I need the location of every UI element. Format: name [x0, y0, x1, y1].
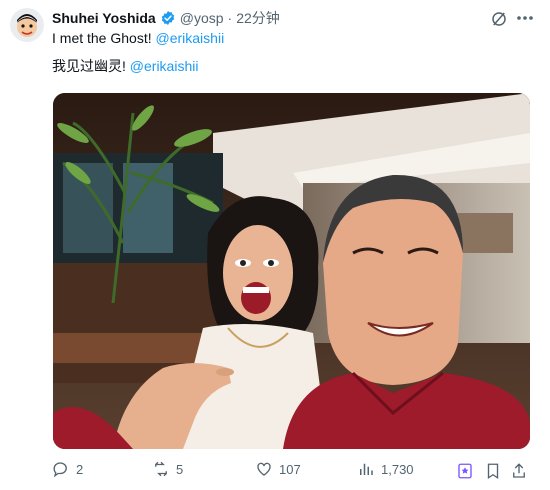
views-chart-icon: [360, 463, 373, 475]
tweet-text-chinese: 我见过幽灵!: [52, 58, 130, 74]
mention-link[interactable]: @erikaishii: [156, 30, 225, 46]
reply-icon: [53, 462, 67, 478]
grok-icon[interactable]: [490, 10, 508, 28]
boost-icon[interactable]: [456, 462, 474, 480]
retweet-icon: [155, 461, 167, 477]
verified-badge-icon: [161, 11, 174, 25]
mention-link[interactable]: @erikaishii: [130, 58, 199, 74]
retweet-button[interactable]: 5: [152, 460, 183, 478]
separator-dot: ·: [227, 10, 233, 26]
avatar[interactable]: [10, 8, 44, 42]
tweet-text: I met the Ghost!: [52, 30, 156, 46]
like-button[interactable]: 107: [255, 460, 301, 478]
bookmark-icon[interactable]: [484, 462, 502, 480]
reply-count: 2: [76, 461, 84, 477]
views-count: 1,730: [381, 461, 414, 477]
share-icon[interactable]: [510, 462, 528, 480]
tweet-photo[interactable]: [53, 93, 530, 449]
more-dots-icon[interactable]: [514, 8, 536, 28]
tweet-actions: 2 5 107 1,730: [52, 460, 525, 482]
selfie-photo-illustration: [53, 93, 530, 449]
tweet-text-line-2: 我见过幽灵! @erikaishii: [52, 56, 198, 76]
author-handle[interactable]: @yosp: [180, 10, 224, 26]
timestamp[interactable]: 22分钟: [236, 8, 280, 28]
tweet-header: Shuhei Yoshida @yosp · 22分钟: [52, 8, 280, 28]
retweet-count: 5: [176, 461, 184, 477]
like-count: 107: [279, 461, 301, 477]
heart-icon: [257, 462, 271, 476]
tweet-text-line-1: I met the Ghost! @erikaishii: [52, 30, 224, 46]
author-name[interactable]: Shuhei Yoshida: [52, 10, 156, 26]
avatar-face-icon: [10, 8, 44, 42]
views-button[interactable]: 1,730: [357, 460, 414, 478]
reply-button[interactable]: 2: [52, 460, 83, 478]
